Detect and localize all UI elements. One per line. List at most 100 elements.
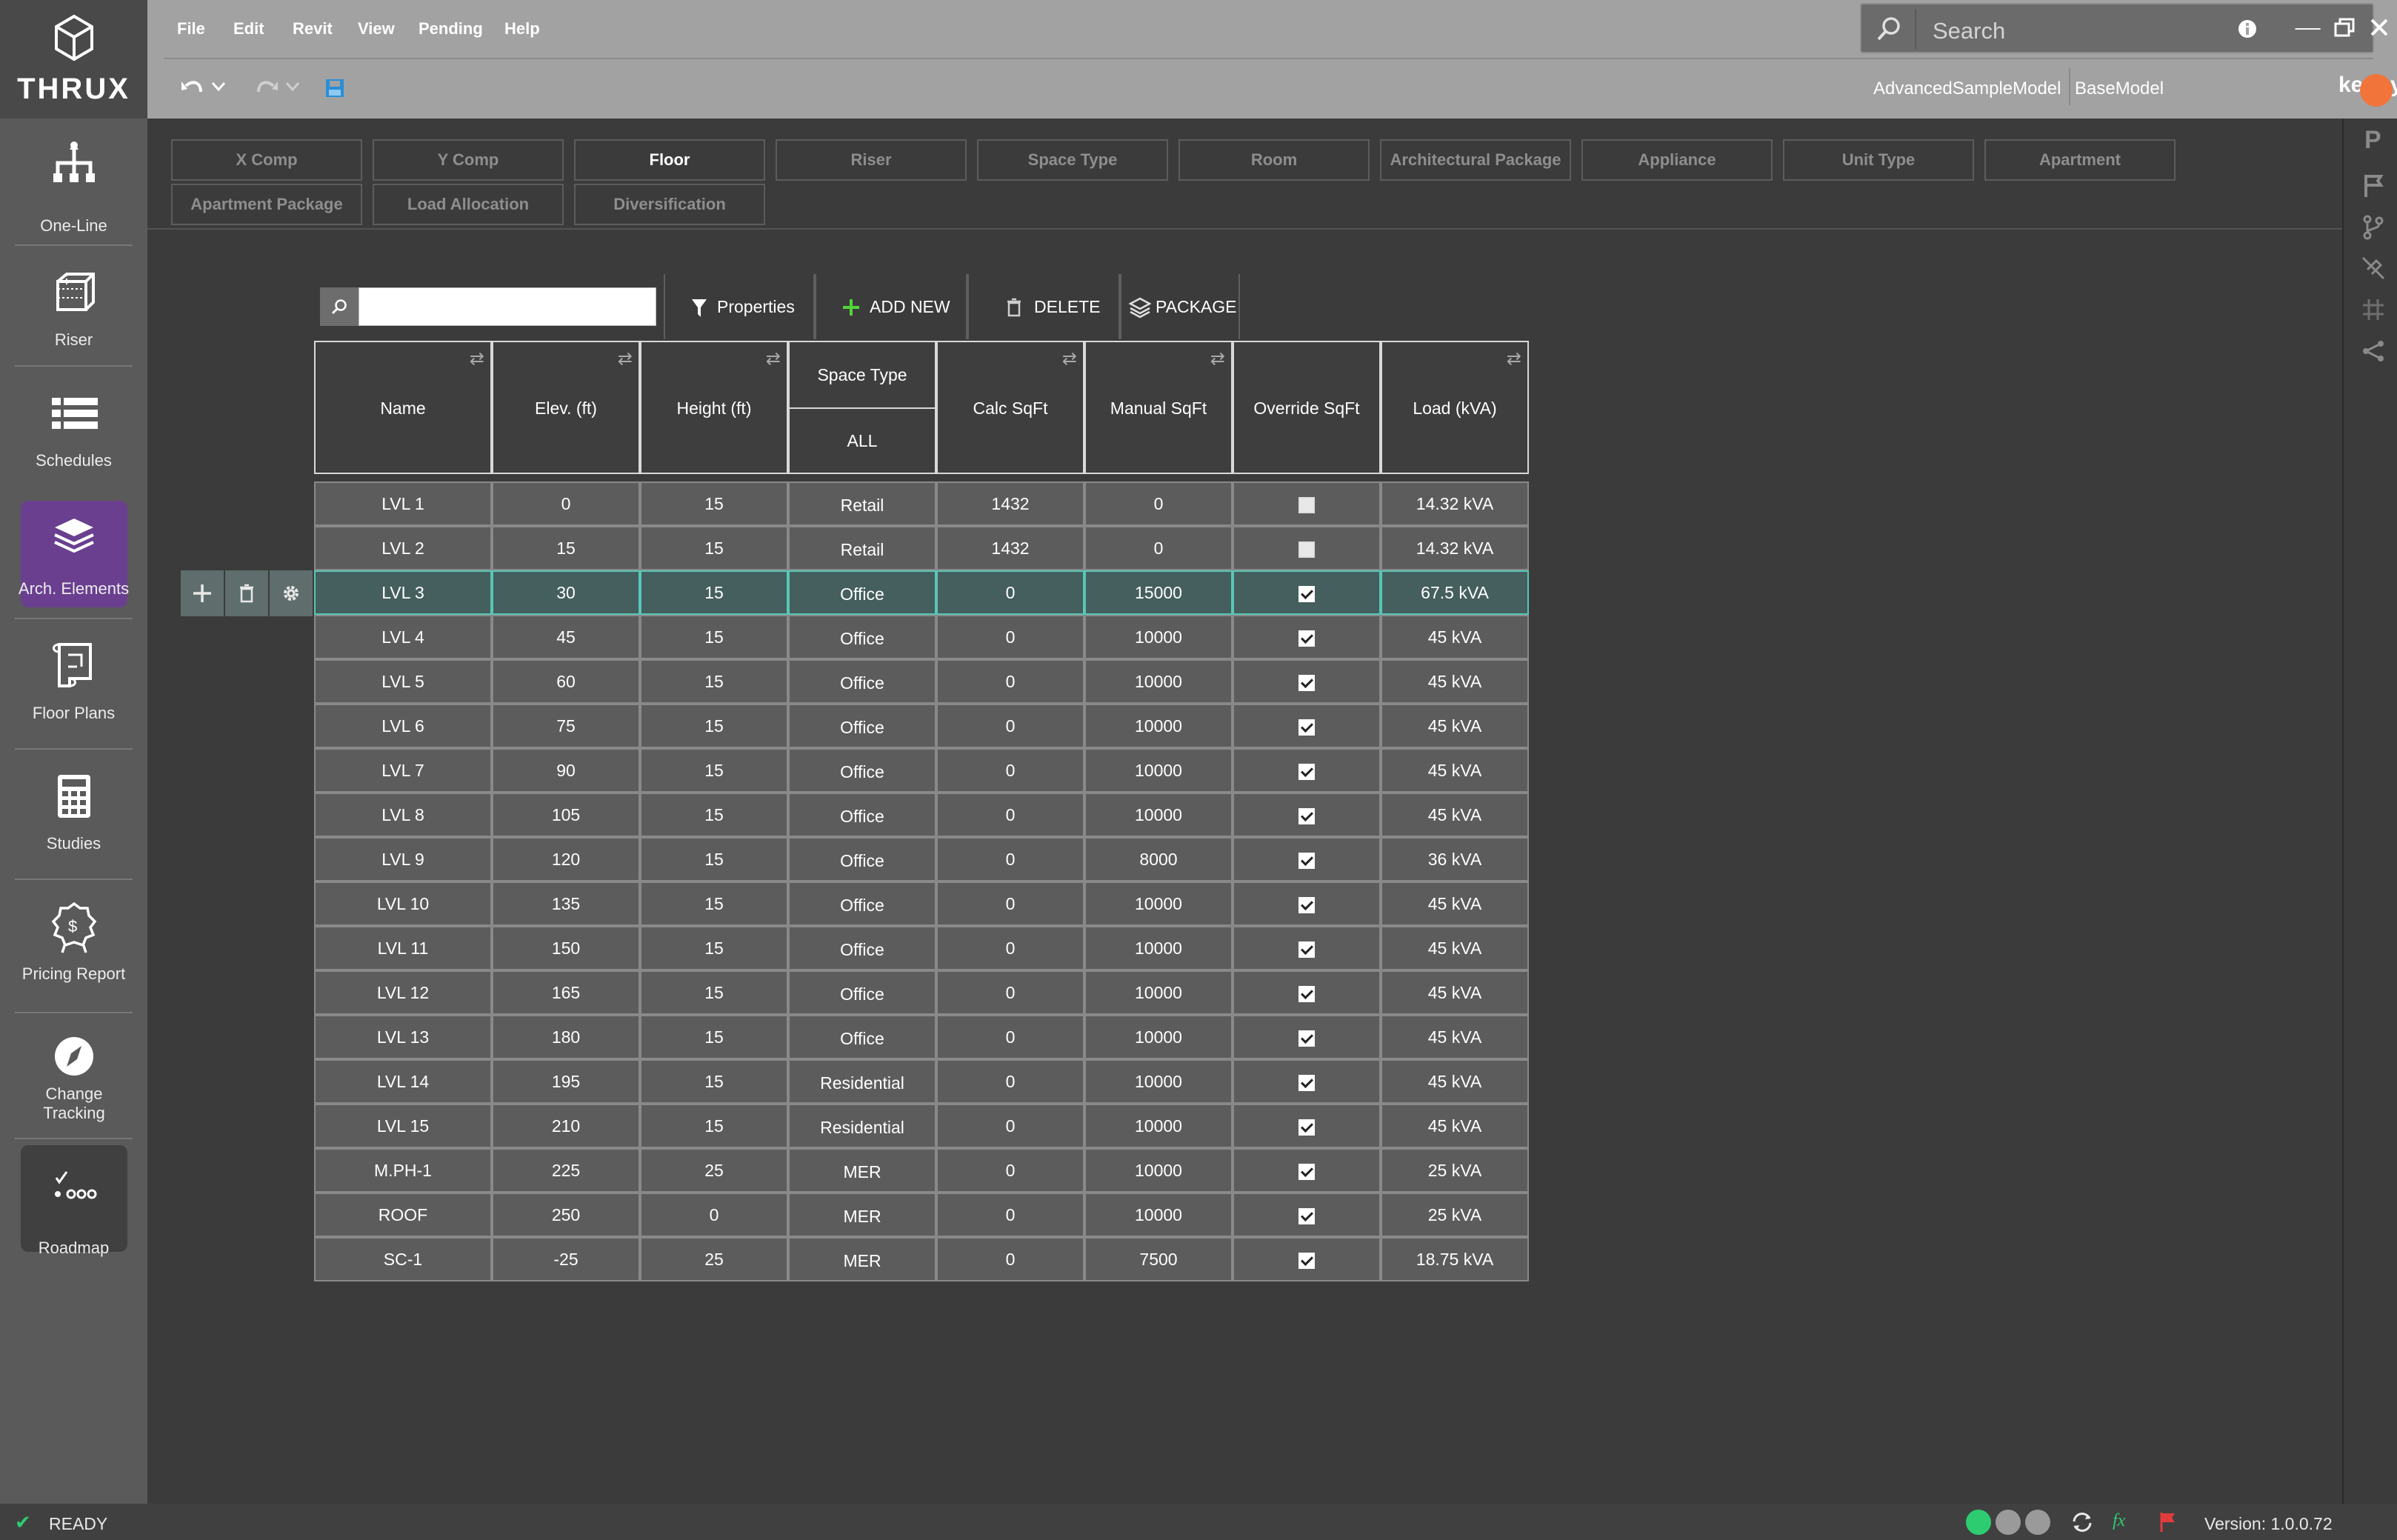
tab-apartment-package[interactable]: Apartment Package bbox=[171, 184, 362, 225]
cell-elev[interactable]: 30 bbox=[492, 570, 640, 615]
delete-button[interactable]: DELETE bbox=[967, 274, 1120, 339]
cell-calc[interactable]: 1432 bbox=[936, 481, 1084, 526]
cell-height[interactable]: 25 bbox=[640, 1148, 788, 1193]
search-placeholder[interactable]: Search bbox=[1933, 18, 2005, 44]
cell-calc[interactable]: 0 bbox=[936, 1193, 1084, 1237]
cell-space[interactable]: MER bbox=[788, 1148, 936, 1193]
cell-calc[interactable]: 0 bbox=[936, 793, 1084, 837]
sidebar-item-riser[interactable]: Riser bbox=[0, 247, 147, 359]
cell-elev[interactable]: 105 bbox=[492, 793, 640, 837]
cell-calc[interactable]: 0 bbox=[936, 615, 1084, 659]
menu-file[interactable]: File bbox=[177, 19, 205, 39]
cell-manual[interactable]: 0 bbox=[1084, 481, 1233, 526]
override-checkbox[interactable] bbox=[1298, 941, 1315, 958]
power-status-icon[interactable] bbox=[1966, 1510, 1991, 1535]
override-cell[interactable] bbox=[1233, 881, 1381, 926]
override-checkbox[interactable] bbox=[1298, 674, 1315, 691]
override-cell[interactable] bbox=[1233, 570, 1381, 615]
cell-manual[interactable]: 10000 bbox=[1084, 1193, 1233, 1237]
column-header[interactable]: Name ⇄ bbox=[314, 341, 492, 474]
cell-load[interactable]: 14.32 kVA bbox=[1381, 481, 1529, 526]
cell-load[interactable]: 45 kVA bbox=[1381, 793, 1529, 837]
table-search-button[interactable] bbox=[320, 287, 359, 326]
sidebar-item-change-tracking[interactable]: Change Tracking bbox=[0, 1015, 147, 1126]
cell-manual[interactable]: 10000 bbox=[1084, 1015, 1233, 1059]
column-header[interactable]: Elev. (ft) ⇄ bbox=[492, 341, 640, 474]
cell-height[interactable]: 15 bbox=[640, 793, 788, 837]
cell-load[interactable]: 45 kVA bbox=[1381, 926, 1529, 970]
save-icon[interactable] bbox=[325, 79, 344, 98]
override-checkbox[interactable] bbox=[1298, 1119, 1315, 1136]
cell-name[interactable]: M.PH-1 bbox=[314, 1148, 492, 1193]
cell-load[interactable]: 45 kVA bbox=[1381, 1015, 1529, 1059]
cell-calc[interactable]: 0 bbox=[936, 1059, 1084, 1104]
cell-manual[interactable]: 7500 bbox=[1084, 1237, 1233, 1281]
override-checkbox[interactable] bbox=[1298, 1252, 1315, 1269]
cell-load[interactable]: 45 kVA bbox=[1381, 881, 1529, 926]
tab-floor[interactable]: Floor bbox=[574, 139, 765, 181]
cell-space[interactable]: Office bbox=[788, 704, 936, 748]
override-cell[interactable] bbox=[1233, 970, 1381, 1015]
override-checkbox[interactable] bbox=[1298, 630, 1315, 647]
cell-height[interactable]: 15 bbox=[640, 1104, 788, 1148]
override-cell[interactable] bbox=[1233, 1237, 1381, 1281]
override-checkbox[interactable] bbox=[1298, 763, 1315, 780]
cell-name[interactable]: LVL 5 bbox=[314, 659, 492, 704]
cell-calc[interactable]: 0 bbox=[936, 881, 1084, 926]
menu-help[interactable]: Help bbox=[504, 19, 540, 39]
cell-name[interactable]: LVL 11 bbox=[314, 926, 492, 970]
cell-calc[interactable]: 0 bbox=[936, 1015, 1084, 1059]
cell-space[interactable]: Office bbox=[788, 793, 936, 837]
cell-manual[interactable]: 10000 bbox=[1084, 1148, 1233, 1193]
cell-height[interactable]: 15 bbox=[640, 1015, 788, 1059]
override-cell[interactable] bbox=[1233, 837, 1381, 881]
tab-space-type[interactable]: Space Type bbox=[977, 139, 1168, 181]
cell-elev[interactable]: 165 bbox=[492, 970, 640, 1015]
cell-load[interactable]: 45 kVA bbox=[1381, 748, 1529, 793]
cell-height[interactable]: 15 bbox=[640, 704, 788, 748]
sidebar-item-one-line[interactable]: One-Line bbox=[0, 119, 147, 235]
override-cell[interactable] bbox=[1233, 481, 1381, 526]
cell-load[interactable]: 45 kVA bbox=[1381, 1104, 1529, 1148]
cell-load[interactable]: 45 kVA bbox=[1381, 704, 1529, 748]
cell-load[interactable]: 45 kVA bbox=[1381, 659, 1529, 704]
cell-space[interactable]: Office bbox=[788, 926, 936, 970]
sidebar-item-roadmap[interactable]: Roadmap bbox=[0, 1141, 147, 1257]
cell-name[interactable]: LVL 3 bbox=[314, 570, 492, 615]
override-cell[interactable] bbox=[1233, 1015, 1381, 1059]
cell-space[interactable]: Retail bbox=[788, 526, 936, 570]
sidebar-item-schedules[interactable]: Schedules bbox=[0, 368, 147, 479]
override-checkbox[interactable] bbox=[1298, 541, 1315, 558]
cell-name[interactable]: LVL 15 bbox=[314, 1104, 492, 1148]
sort-icon[interactable]: ⇄ bbox=[1210, 348, 1225, 370]
cell-manual[interactable]: 10000 bbox=[1084, 748, 1233, 793]
cell-space[interactable]: Office bbox=[788, 615, 936, 659]
cell-manual[interactable]: 10000 bbox=[1084, 881, 1233, 926]
cell-height[interactable]: 25 bbox=[640, 1237, 788, 1281]
cell-load[interactable]: 45 kVA bbox=[1381, 615, 1529, 659]
cell-height[interactable]: 15 bbox=[640, 926, 788, 970]
cell-height[interactable]: 15 bbox=[640, 570, 788, 615]
cell-manual[interactable]: 0 bbox=[1084, 526, 1233, 570]
cell-calc[interactable]: 0 bbox=[936, 1104, 1084, 1148]
override-cell[interactable] bbox=[1233, 1193, 1381, 1237]
cell-manual[interactable]: 10000 bbox=[1084, 659, 1233, 704]
cell-elev[interactable]: 0 bbox=[492, 481, 640, 526]
cell-manual[interactable]: 15000 bbox=[1084, 570, 1233, 615]
cell-calc[interactable]: 1432 bbox=[936, 526, 1084, 570]
cell-load[interactable]: 18.75 kVA bbox=[1381, 1237, 1529, 1281]
override-cell[interactable] bbox=[1233, 704, 1381, 748]
cell-space[interactable]: Office bbox=[788, 881, 936, 926]
sort-icon[interactable]: ⇄ bbox=[618, 348, 633, 370]
row-delete-button[interactable] bbox=[225, 570, 268, 616]
cell-elev[interactable]: 250 bbox=[492, 1193, 640, 1237]
redo-icon[interactable] bbox=[254, 77, 279, 99]
sidebar-item-studies[interactable]: Studies bbox=[0, 751, 147, 862]
override-checkbox[interactable] bbox=[1298, 896, 1315, 913]
flag-status-icon[interactable] bbox=[2158, 1511, 2178, 1533]
cell-name[interactable]: SC-1 bbox=[314, 1237, 492, 1281]
flag-tool-icon[interactable] bbox=[2360, 172, 2387, 199]
override-checkbox[interactable] bbox=[1298, 496, 1315, 513]
model-advanced-sample[interactable]: AdvancedSampleModel bbox=[1873, 79, 2061, 99]
sort-icon[interactable]: ⇄ bbox=[470, 348, 484, 370]
